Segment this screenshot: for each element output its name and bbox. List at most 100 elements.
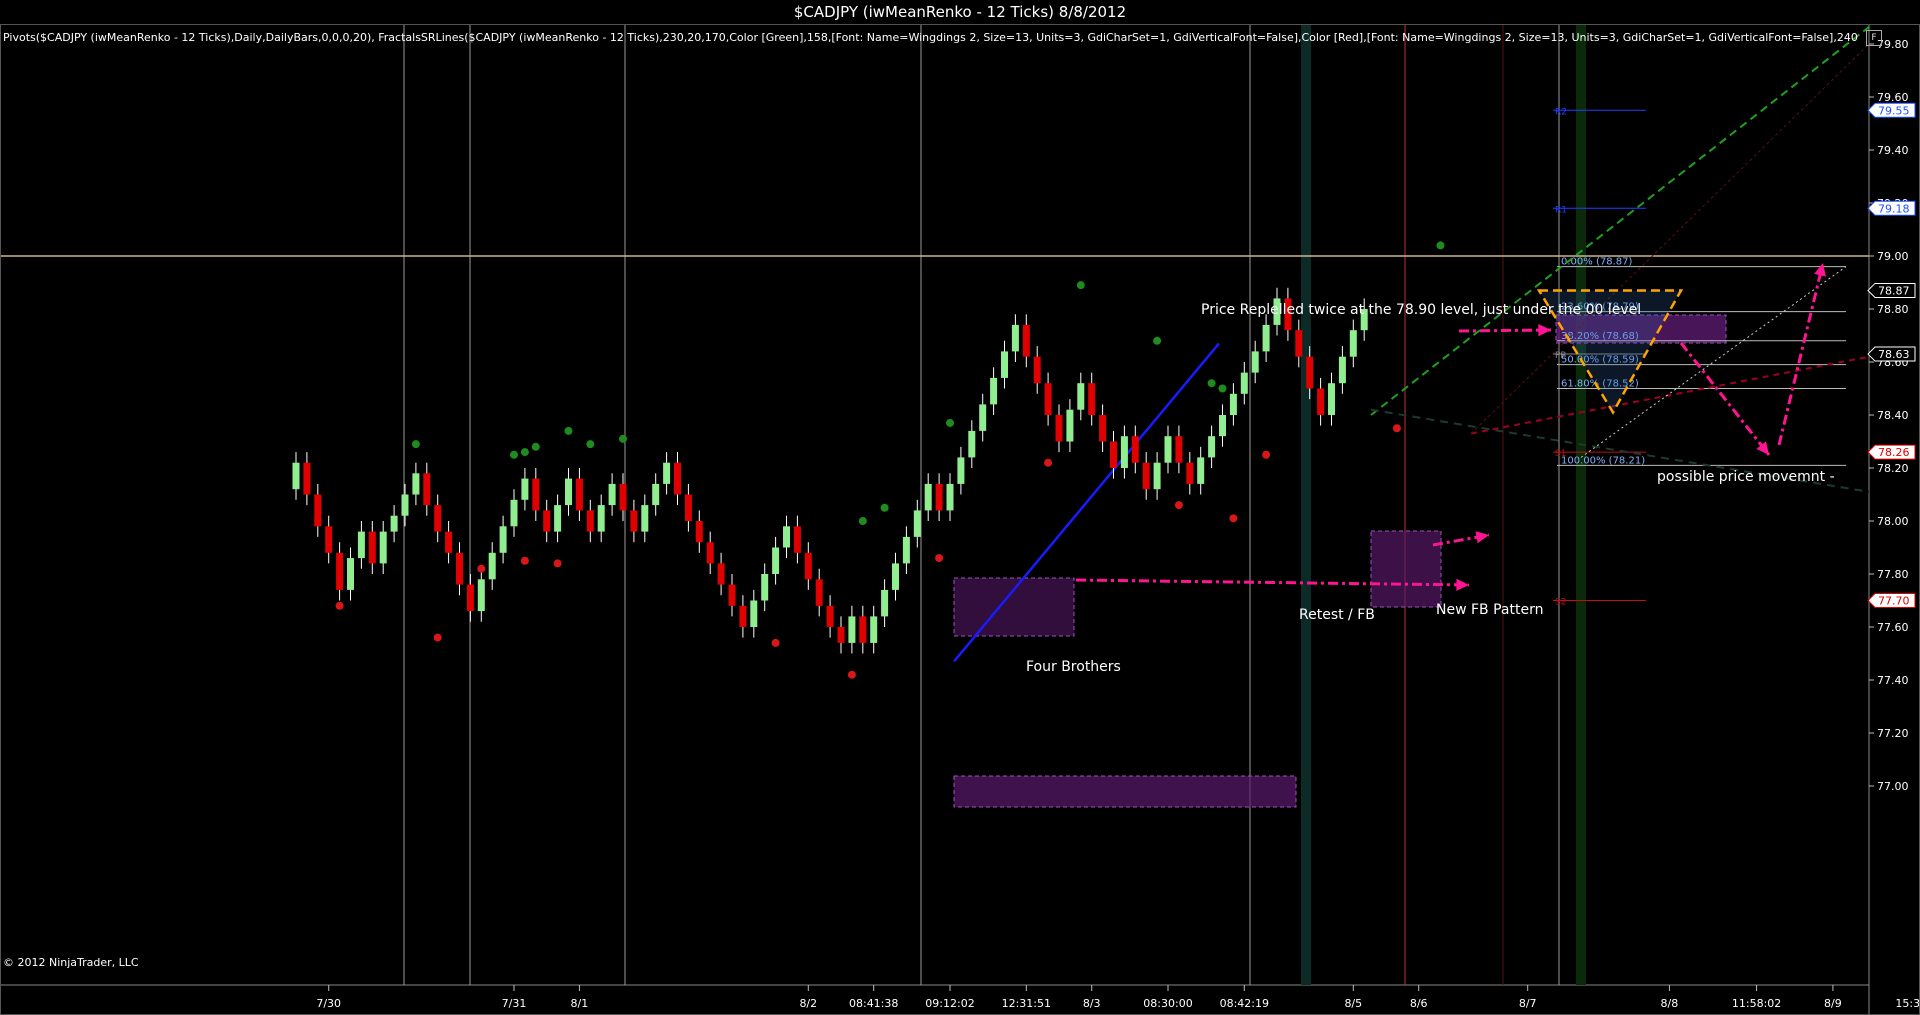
time-axis-label: 8/1 (571, 997, 589, 1010)
candle-down (739, 605, 747, 627)
fractal-up-marker (1207, 379, 1216, 388)
candle-up (1349, 330, 1357, 357)
fractal-up-marker (880, 503, 889, 512)
candle-up (1077, 383, 1085, 410)
retest-arrow-head (1475, 531, 1489, 544)
candle-down (630, 510, 638, 532)
candle-down (1317, 388, 1325, 415)
candle-up (1001, 351, 1008, 378)
candle-up (412, 473, 420, 495)
candle-up (292, 462, 300, 490)
candle-up (1240, 372, 1248, 394)
candle-up (870, 616, 878, 643)
candle-down (804, 552, 812, 580)
candle-up (924, 483, 932, 511)
candle-up (1229, 393, 1237, 415)
price-tag-label: 78.87 (1878, 284, 1910, 297)
candle-down (859, 616, 867, 643)
candle-up (608, 483, 616, 506)
candle-down (445, 531, 453, 553)
support-zone (953, 775, 1297, 808)
price-axis-label: 78.00 (1877, 515, 1909, 528)
time-axis-label: 08:42:19 (1220, 997, 1269, 1010)
candle-up (477, 579, 485, 612)
four-brothers-zone (953, 577, 1075, 637)
candle-down (456, 552, 463, 585)
time-axis-label: 12:31:51 (1002, 997, 1051, 1010)
candle-up (1011, 324, 1019, 352)
price-axis-label: 78.80 (1877, 303, 1909, 316)
session-shade (1301, 25, 1311, 985)
price-axis-label: 79.60 (1877, 91, 1909, 104)
candle-up (1208, 436, 1216, 458)
candle-up (848, 616, 856, 643)
candle-down (368, 531, 376, 564)
candle-down (1033, 356, 1041, 384)
fractal-down-marker (1229, 514, 1238, 523)
window-title: $CADJPY (iwMeanRenko - 12 Ticks) 8/8/201… (0, 0, 1920, 24)
fractal-up-marker (1436, 241, 1445, 250)
red-dotted-trendline (1470, 43, 1870, 434)
fractal-down-marker (520, 556, 529, 565)
time-axis-label: 8/5 (1344, 997, 1362, 1010)
candle-up (750, 600, 758, 627)
price-tag-label: 78.26 (1878, 446, 1910, 459)
candle-up (1219, 415, 1226, 437)
time-axis-label: 8/8 (1661, 997, 1679, 1010)
fractal-down-marker (935, 554, 944, 563)
candle-up (663, 462, 671, 484)
fractal-down-marker (433, 633, 442, 642)
candle-up (1338, 356, 1346, 384)
candle-up (1120, 436, 1128, 468)
candle-up (881, 589, 889, 617)
pivot-level-label: R1 (1555, 205, 1567, 215)
candle-down (684, 494, 692, 521)
candle-up (510, 499, 518, 527)
candle-down (1306, 356, 1314, 389)
candle-down (1022, 324, 1030, 357)
pivot-level-label: R2 (1555, 107, 1567, 117)
candle-down (1110, 441, 1117, 468)
time-axis-label: 15:37:40 (1895, 997, 1919, 1010)
candle-down (728, 584, 736, 606)
support-arrow-head (1456, 578, 1469, 591)
candle-down (325, 526, 333, 553)
candle-up (357, 531, 365, 559)
candle-up (1262, 324, 1270, 352)
price-axis-label: 78.40 (1877, 409, 1909, 422)
fractal-up-marker (586, 440, 595, 449)
price-tag-label: 79.55 (1878, 104, 1910, 117)
candle-up (379, 531, 387, 564)
time-axis-label: 7/30 (316, 997, 341, 1010)
retest-fb-zone (1370, 530, 1442, 608)
candle-up (1164, 436, 1172, 463)
fractal-down-marker (477, 564, 486, 573)
candle-down (1295, 330, 1303, 357)
candle-up (521, 478, 529, 500)
chart-panel[interactable]: R2R1PPS1S20.00% (78.87)23.60% (78.79)38.… (0, 24, 1920, 1015)
four-brothers-label: Four Brothers (1026, 659, 1121, 675)
candle-down (815, 579, 823, 606)
candle-down (575, 478, 583, 511)
fractal-up-marker (946, 418, 954, 427)
chart-canvas[interactable]: R2R1PPS1S20.00% (78.87)23.60% (78.79)38.… (1, 25, 1919, 1014)
fractal-up-marker (1076, 281, 1085, 290)
chart-expand-button[interactable]: F (1866, 30, 1882, 46)
indicator-parameters: Pivots($CADJPY (iwMeanRenko - 12 Ticks),… (3, 31, 1858, 44)
candle-down (1175, 436, 1183, 463)
candle-down (826, 605, 834, 627)
candle-down (619, 483, 627, 511)
price-tag-label: 79.18 (1878, 202, 1910, 215)
candle-up (488, 552, 496, 580)
candle-down (434, 505, 442, 532)
price-axis-label: 78.20 (1877, 462, 1909, 475)
time-axis-label: 8/7 (1519, 997, 1537, 1010)
candle-down (586, 510, 594, 532)
candle-up (1197, 457, 1205, 484)
candle-down (1131, 436, 1139, 463)
candle-up (783, 526, 790, 548)
candle-down (793, 526, 801, 553)
price-axis-label: 79.00 (1877, 250, 1909, 263)
pivot-level-label: S2 (1555, 598, 1566, 608)
time-axis-label: 11:58:02 (1732, 997, 1781, 1010)
